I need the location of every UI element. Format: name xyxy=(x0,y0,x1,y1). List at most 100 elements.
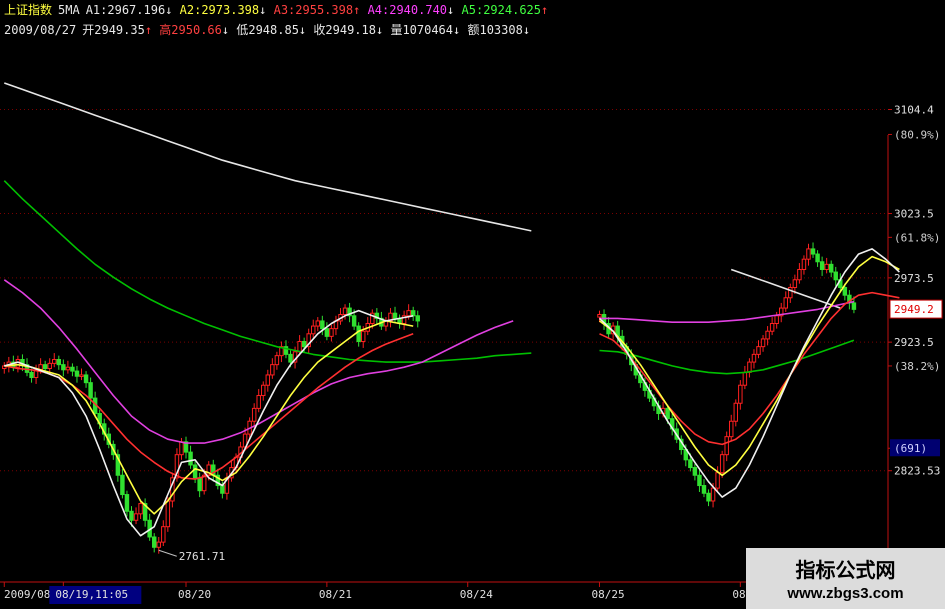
candle-body-0-48 xyxy=(220,485,225,494)
candle-body-1-0 xyxy=(597,313,602,318)
y-tick-label-1: (80.9%) xyxy=(894,128,940,141)
candle-body-1-28 xyxy=(724,436,729,456)
x-tick-label-4: 08/24 xyxy=(460,588,493,601)
candle-body-0-9 xyxy=(42,364,48,370)
watermark-badge: 指标公式网 www.zbgs3.com xyxy=(746,548,945,609)
candle-body-1-29 xyxy=(729,420,734,438)
y-tick-label-7: (691) xyxy=(894,442,927,455)
candle-body-1-24 xyxy=(706,492,711,502)
y-tick-label-5: 2923.5 xyxy=(894,336,934,349)
candle-body-0-13 xyxy=(61,364,66,371)
candle-body-0-15 xyxy=(70,366,75,372)
candle-body-0-70 xyxy=(320,320,325,330)
candle-body-0-75 xyxy=(342,307,348,315)
ma-line-2-1 xyxy=(599,300,855,324)
candle-body-0-35 xyxy=(161,526,166,543)
candle-body-0-78 xyxy=(356,325,361,343)
candle-body-1-34 xyxy=(751,353,757,363)
x-tick-label-1: 08/19,11:05 xyxy=(55,588,128,601)
candle-body-1-50 xyxy=(824,263,829,270)
candle-body-1-25 xyxy=(710,487,716,502)
candle-body-0-63 xyxy=(288,353,293,363)
candle-body-0-14 xyxy=(65,366,71,371)
y-tick-label-8: 2823.53 xyxy=(894,465,940,478)
ma-line-5-0 xyxy=(4,309,414,537)
candle-body-1-36 xyxy=(760,338,766,348)
candle-body-0-42 xyxy=(192,464,198,479)
candle-body-0-11 xyxy=(52,359,57,364)
candle-body-1-46 xyxy=(806,248,811,260)
y-tick-label-6: (38.2%) xyxy=(894,360,940,373)
candle-body-1-47 xyxy=(810,248,816,255)
low-annotation-leader xyxy=(158,549,177,557)
candle-body-0-68 xyxy=(311,325,316,335)
watermark-url: www.zbgs3.com xyxy=(787,585,904,602)
candle-body-1-48 xyxy=(815,253,820,263)
candle-body-0-59 xyxy=(270,364,275,376)
low-annotation-label: 2761.71 xyxy=(179,550,225,563)
candle-body-1-32 xyxy=(742,371,748,386)
candle-body-1-52 xyxy=(833,271,838,281)
candle-body-1-49 xyxy=(819,261,825,270)
y-tick-label-3: (61.8%) xyxy=(894,231,940,244)
candle-body-1-43 xyxy=(792,279,798,288)
candle-body-1-21 xyxy=(692,467,698,476)
candle-body-1-39 xyxy=(774,315,779,325)
candle-body-0-79 xyxy=(360,330,366,343)
x-tick-label-6: 08 xyxy=(732,588,745,601)
candle-body-0-57 xyxy=(261,384,266,397)
candle-body-1-20 xyxy=(688,459,693,469)
candle-body-0-66 xyxy=(301,341,307,348)
y-tick-label-0: 3104.4 xyxy=(894,104,934,117)
candle-body-0-89 xyxy=(406,310,411,317)
candle-body-0-41 xyxy=(188,451,193,466)
candle-body-0-18 xyxy=(83,374,89,384)
kline-chart: 3104.4 (80.9%) 3023.5 (61.8%) 2973.5 2923.5 (3… xyxy=(0,82,943,604)
candle-body-1-51 xyxy=(828,263,834,273)
candle-body-0-10 xyxy=(47,362,52,370)
candle-body-0-60 xyxy=(274,355,280,366)
candle-body-0-90 xyxy=(410,310,416,317)
candle-body-0-36 xyxy=(165,500,171,528)
candle-body-0-34 xyxy=(156,541,161,548)
candle-body-1-26 xyxy=(715,472,720,489)
candle-body-1-30 xyxy=(733,402,739,422)
candle-body-0-86 xyxy=(392,312,398,319)
candle-body-0-65 xyxy=(297,341,302,353)
candle-body-0-16 xyxy=(74,370,80,377)
candle-body-0-91 xyxy=(415,315,420,322)
candle-body-1-42 xyxy=(788,286,793,299)
candle-body-0-77 xyxy=(351,315,357,327)
candle-body-0-27 xyxy=(124,494,130,512)
x-tick-label-5: 08/25 xyxy=(591,588,624,601)
candle-body-0-71 xyxy=(324,328,330,337)
candle-body-0-39 xyxy=(179,441,184,456)
candle-body-1-37 xyxy=(765,330,770,340)
candle-body-1-38 xyxy=(769,323,775,332)
y-tick-label-4: 2973.5 xyxy=(894,272,934,285)
ma-line-4-0 xyxy=(4,320,414,515)
candle-body-1-15 xyxy=(665,407,670,420)
candle-body-0-56 xyxy=(256,395,261,409)
candle-body-0-69 xyxy=(315,320,321,327)
candle-body-1-56 xyxy=(851,302,857,310)
ma-line-0-0 xyxy=(4,82,532,232)
candle-body-1-44 xyxy=(797,268,802,281)
candle-body-0-55 xyxy=(251,407,257,422)
candle-body-1-54 xyxy=(842,286,848,296)
candle-body-0-17 xyxy=(79,374,84,377)
watermark-title: 指标公式网 xyxy=(795,558,896,582)
ma-line-3-0 xyxy=(4,333,414,480)
candle-body-0-43 xyxy=(197,477,202,492)
candle-body-1-22 xyxy=(697,474,702,487)
candle-body-0-6 xyxy=(29,371,34,379)
candle-body-1-45 xyxy=(801,258,807,270)
candle-body-0-19 xyxy=(88,382,93,399)
candle-body-0-72 xyxy=(329,328,334,337)
candle-body-0-58 xyxy=(265,374,271,386)
ma-line-1-0 xyxy=(3,180,532,363)
candle-body-0-33 xyxy=(151,536,157,548)
y-tick-label-2: 3023.5 xyxy=(894,208,934,221)
x-tick-label-3: 08/21 xyxy=(319,588,352,601)
x-tick-label-2: 08/20 xyxy=(178,588,211,601)
